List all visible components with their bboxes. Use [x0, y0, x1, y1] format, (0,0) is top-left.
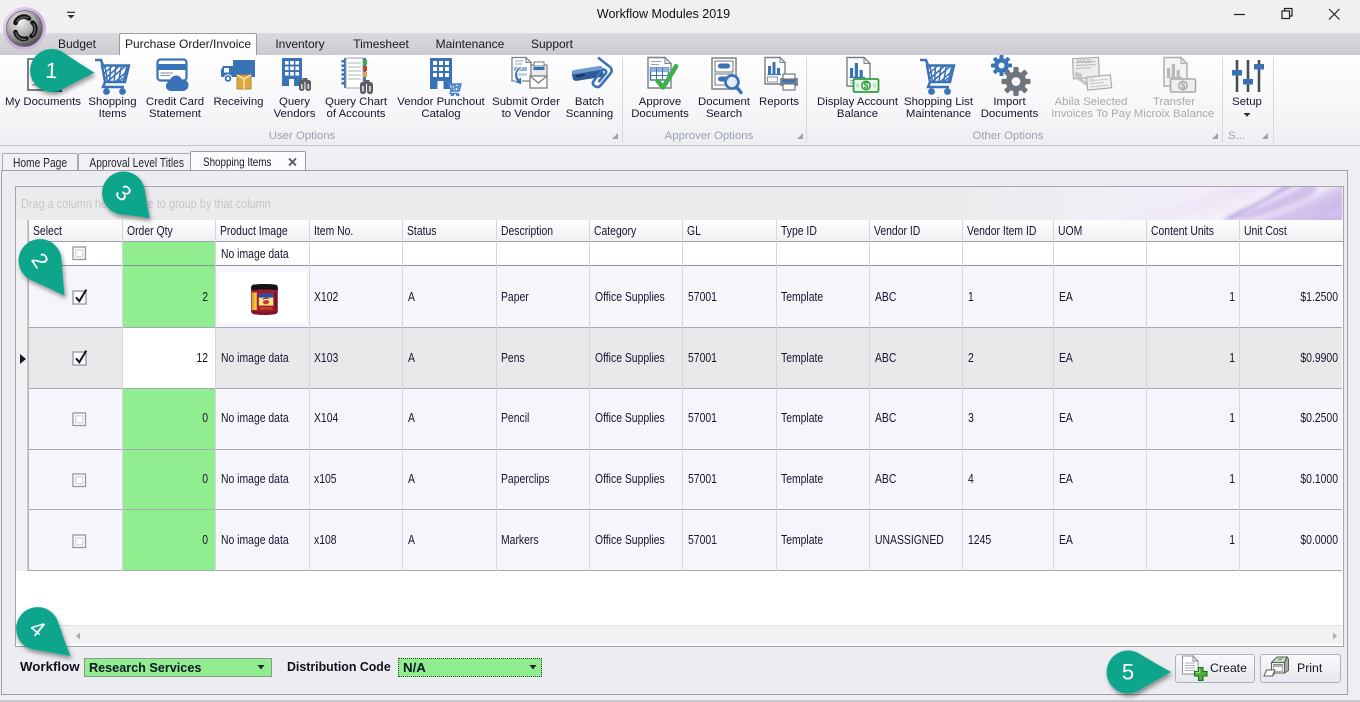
svg-text:$: $ — [863, 81, 868, 91]
svg-text:$: $ — [1181, 80, 1186, 90]
svg-text:NUUU: NUUU — [1077, 59, 1092, 65]
